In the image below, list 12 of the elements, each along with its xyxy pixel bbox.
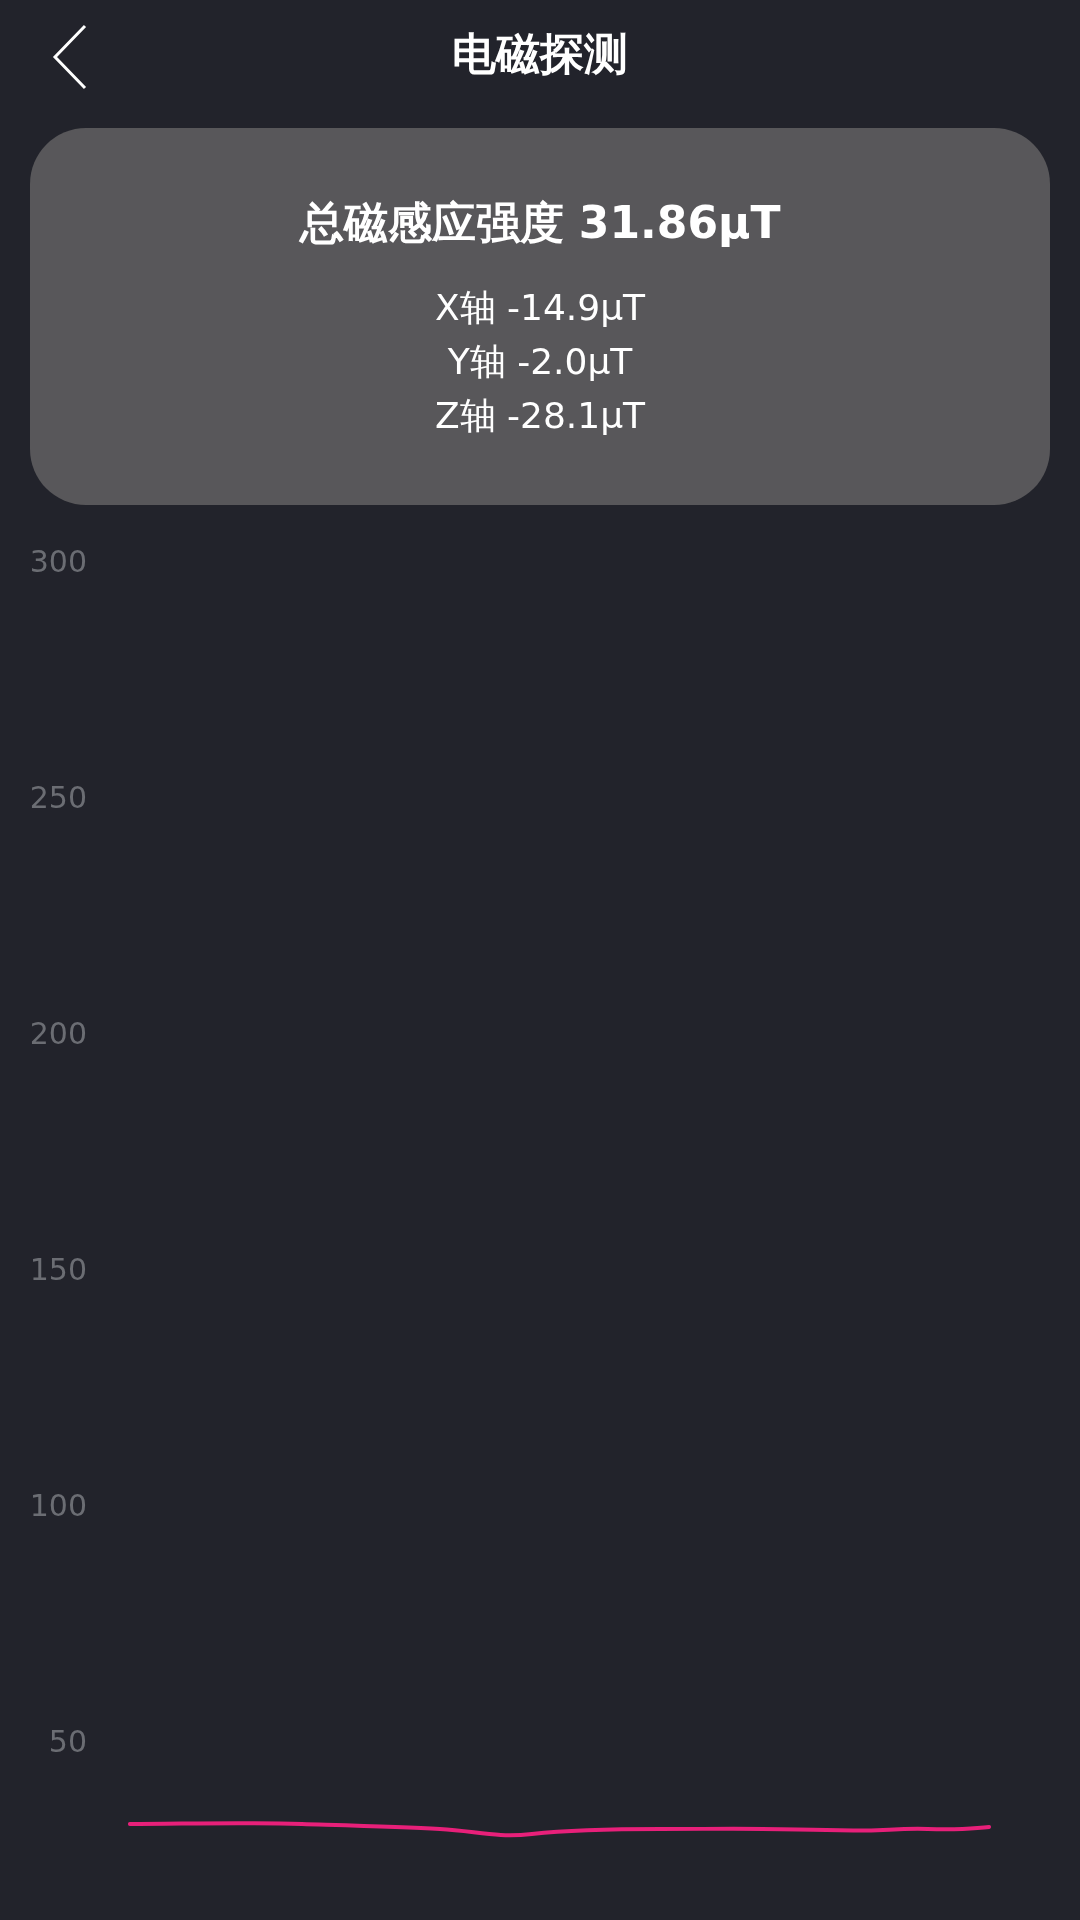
axis-tick-label: 300 — [29, 544, 87, 580]
axis-reading: X轴 -14.9μT — [434, 286, 646, 330]
axis-tick-label: 100 — [29, 1488, 87, 1524]
axis-tick-label: 200 — [29, 1016, 87, 1052]
page-title: 电磁探测 — [452, 26, 628, 81]
axis-tick-label: 150 — [29, 1252, 87, 1288]
back-icon[interactable] — [52, 24, 88, 90]
axis-reading: Y轴 -2.0μT — [447, 340, 633, 384]
axis-tick-label: 250 — [29, 780, 87, 816]
axis-tick-label: 50 — [48, 1724, 87, 1760]
axis-reading: Z轴 -28.1μT — [434, 394, 646, 438]
total-reading: 总磁感应强度 31.86μT — [299, 196, 781, 250]
